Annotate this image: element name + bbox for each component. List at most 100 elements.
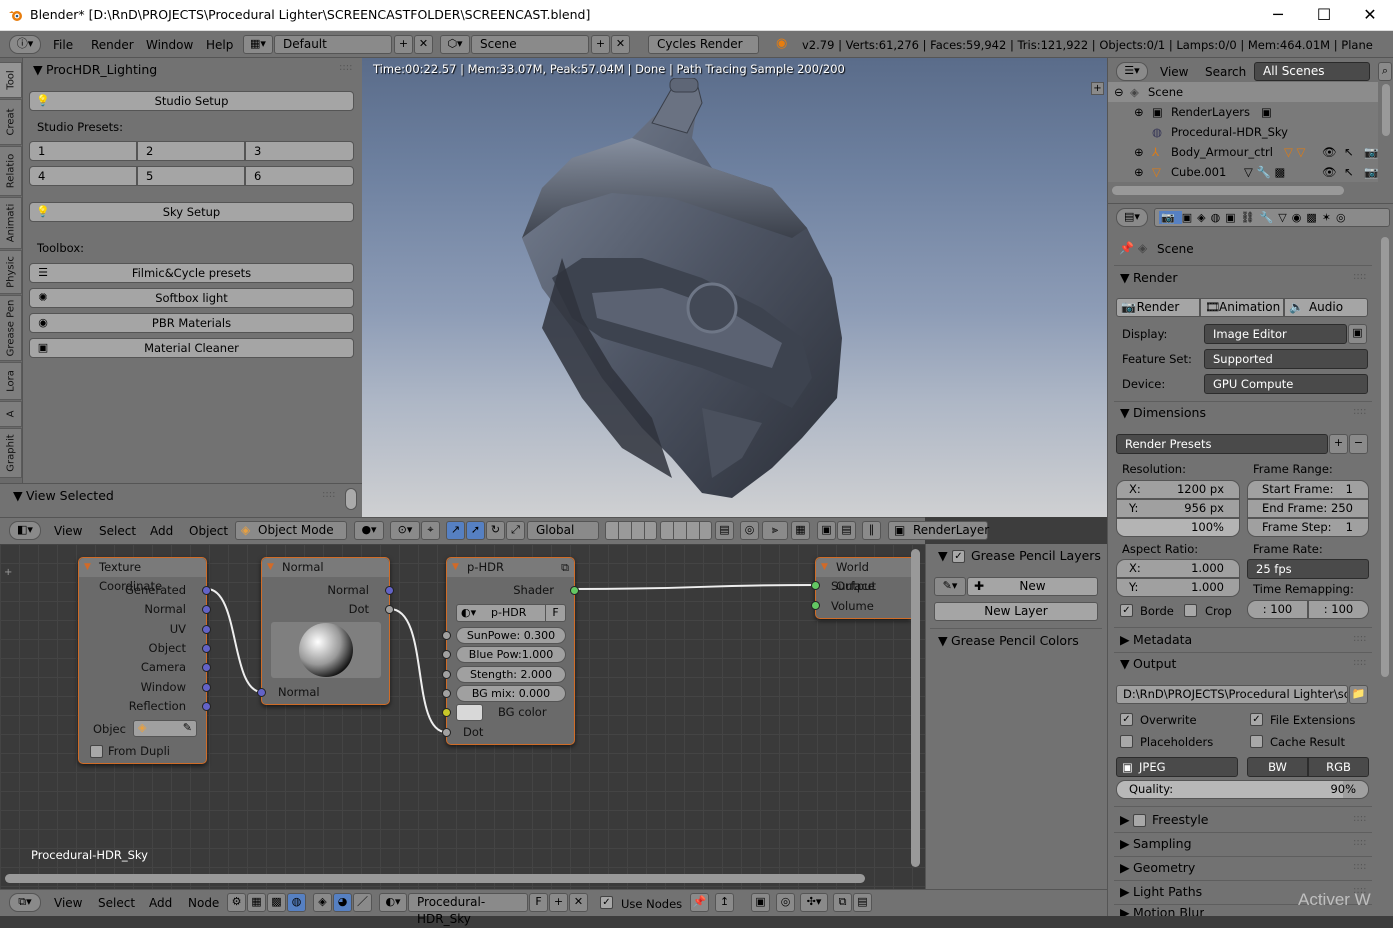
context-tabs[interactable]: 📷 ▣◈◍▣⛓🔧▽◉▩✶◎ [1154, 208, 1390, 227]
drag-handle-icon[interactable]: :::: [1353, 861, 1366, 872]
layer-buttons-right[interactable] [660, 521, 712, 540]
bgmix-field[interactable]: BG mix: 0.000 [456, 685, 566, 702]
preset-4-button[interactable]: 4 [29, 166, 137, 186]
overwrite-checkbox[interactable]: ✓ [1120, 713, 1133, 726]
camera-icon[interactable]: 📷 [1364, 162, 1378, 182]
3d-viewport[interactable]: Time:00:22.57 | Mem:33.07M, Peak:57.04M … [362, 58, 1107, 517]
tab-grease-pencil[interactable]: Grease Pen [0, 295, 22, 361]
layer-buttons-left[interactable] [605, 521, 657, 540]
resolution-x-field[interactable]: X: 1200 px [1116, 480, 1240, 499]
render-layer-field[interactable]: ▣ RenderLayer [888, 521, 989, 540]
screen-layout-icon[interactable]: ▦▾ [243, 35, 273, 54]
scrollbar[interactable] [345, 488, 357, 510]
snap-node-icon[interactable]: ✣▾ [800, 893, 828, 912]
outliner-row-cube[interactable]: ⊕ ▽ Cube.001 ▽ 🔧 ▩ 👁 ↖ 📷 [1108, 162, 1378, 182]
crop-checkbox[interactable] [1184, 604, 1197, 617]
menu-add[interactable]: Add [149, 896, 172, 910]
softbox-light-button[interactable]: ✺ Softbox light [29, 288, 354, 308]
cache-result-checkbox[interactable] [1250, 735, 1263, 748]
studio-setup-button[interactable]: 💡 Studio Setup [29, 91, 354, 111]
menu-window[interactable]: Window [146, 38, 193, 52]
start-frame-field[interactable]: Start Frame: 1 [1247, 480, 1369, 499]
socket-bluepower[interactable] [442, 650, 451, 659]
add-scene-icon[interactable]: + [591, 35, 610, 54]
feature-set-dropdown[interactable]: Supported [1204, 349, 1368, 369]
new-layer-button[interactable]: New Layer [934, 602, 1098, 621]
expand-icon[interactable]: ⊕ [1134, 162, 1144, 182]
menu-select[interactable]: Select [98, 896, 135, 910]
outliner-row-body-armour[interactable]: ⊕ ⅄ Body_Armour_ctrl ▽ ▽ 👁 ↖ 📷 [1108, 142, 1378, 162]
preset-3-button[interactable]: 3 [245, 141, 354, 161]
mode-dropdown[interactable]: ◈ Object Mode [235, 521, 347, 540]
socket-shader-out[interactable] [570, 586, 579, 595]
bg-color-swatch[interactable] [456, 704, 483, 721]
panel-collapse-icon[interactable]: ▼ [1120, 656, 1130, 671]
preset-5-button[interactable]: 5 [137, 166, 245, 186]
node-editor[interactable]: + Texture Coordinate Generated Normal UV… [0, 544, 925, 889]
add-preset-icon[interactable]: + [1329, 434, 1348, 454]
menu-node[interactable]: Node [188, 896, 219, 910]
panel-expand-icon[interactable]: ▶ [1120, 812, 1130, 827]
p-hdr-node[interactable]: p-HDR ⧉ Shader ◐▾ p-HDR F SunPowe: 0.300… [442, 557, 579, 745]
device-dropdown[interactable]: GPU Compute [1204, 374, 1368, 394]
scale-manipulator-icon[interactable]: ⤢ [506, 521, 525, 540]
socket-camera[interactable] [202, 663, 211, 672]
remap-new-field[interactable]: : 100 [1308, 600, 1369, 619]
color-rgb-button[interactable]: RGB [1308, 757, 1369, 777]
world-datablock-field[interactable]: Procedural-HDR_Sky [408, 893, 528, 926]
texture-coordinate-node[interactable]: Texture Coordinate Generated Normal UV O… [78, 557, 211, 764]
border-checkbox[interactable]: ✓ [1120, 604, 1133, 617]
menu-add[interactable]: Add [150, 524, 173, 538]
remove-scene-icon[interactable]: ✕ [611, 35, 630, 54]
pivot-point-icon[interactable]: ⊙▾ [390, 521, 420, 540]
world-nodes-icon[interactable]: ◍ [287, 893, 306, 912]
world-output-node[interactable]: World Output Surface Volume [811, 557, 911, 619]
data-tab-icon[interactable]: ▽ [1278, 211, 1291, 224]
expand-icon[interactable]: ⊕ [1134, 102, 1144, 122]
camera-icon[interactable]: 📷 [1364, 142, 1378, 162]
new-gp-data-button[interactable]: ✚ New [967, 577, 1098, 596]
tab-tool[interactable]: Tool [0, 62, 22, 98]
menu-view[interactable]: View [54, 524, 82, 538]
sky-setup-button[interactable]: 💡 Sky Setup [29, 202, 354, 222]
drag-handle-icon[interactable]: :::: [1353, 633, 1366, 644]
panel-collapse-icon[interactable]: ▼ [1120, 405, 1130, 420]
texture-tab-icon[interactable]: ▩ [1306, 211, 1321, 224]
pin-icon[interactable]: 📌 [1119, 241, 1134, 255]
cursor-icon[interactable]: ↖ [1344, 142, 1354, 162]
eyedropper-icon[interactable]: ✎ [183, 721, 192, 734]
strength-field[interactable]: Stength: 2.000 [456, 666, 566, 683]
drag-handle-icon[interactable]: :::: [1353, 271, 1366, 282]
socket-generated[interactable] [202, 586, 211, 595]
editor-type-outliner-icon[interactable]: ☰▾ [1116, 62, 1148, 81]
display-window-icon[interactable]: ▣ [1348, 324, 1367, 344]
drag-handle-icon[interactable]: :::: [339, 62, 352, 73]
add-layout-icon[interactable]: + [394, 35, 413, 54]
preset-6-button[interactable]: 6 [245, 166, 354, 186]
grease-pencil-layers-checkbox[interactable]: ✓ [952, 550, 965, 563]
add-world-icon[interactable]: + [549, 893, 568, 912]
fake-user-button[interactable]: F [545, 605, 565, 621]
expand-icon[interactable]: ⊕ [1134, 142, 1144, 162]
panel-expand-icon[interactable]: ▶ [1120, 836, 1130, 851]
tab-physics[interactable]: Physic [0, 250, 22, 294]
socket-bgmix[interactable] [442, 689, 451, 698]
vertical-scrollbar[interactable] [1382, 84, 1390, 136]
socket-uv[interactable] [202, 625, 211, 634]
tab-animation[interactable]: Animati [0, 197, 22, 249]
socket-normal[interactable] [202, 605, 211, 614]
particles-tab-icon[interactable]: ✶ [1322, 211, 1336, 224]
animation-button[interactable]: 🎞 Animation [1200, 298, 1284, 317]
menu-render[interactable]: Render [91, 38, 134, 52]
panel-expand-icon[interactable]: ▶ [1120, 907, 1130, 916]
menu-help[interactable]: Help [206, 38, 233, 52]
display-dropdown[interactable]: Image Editor [1204, 324, 1347, 344]
pin-icon[interactable]: 📌 [690, 893, 709, 912]
region-toggle-icon[interactable]: + [1091, 82, 1104, 95]
editor-type-properties-icon[interactable]: ▤▾ [1116, 208, 1148, 227]
node-header[interactable]: Normal [262, 558, 389, 577]
socket-normal-in[interactable] [257, 688, 266, 697]
outliner-row-scene[interactable]: ⊖ ◈ Scene [1108, 82, 1378, 102]
collapse-icon[interactable]: ⊖ [1114, 82, 1124, 102]
material-tab-icon[interactable]: ◉ [1292, 211, 1307, 224]
